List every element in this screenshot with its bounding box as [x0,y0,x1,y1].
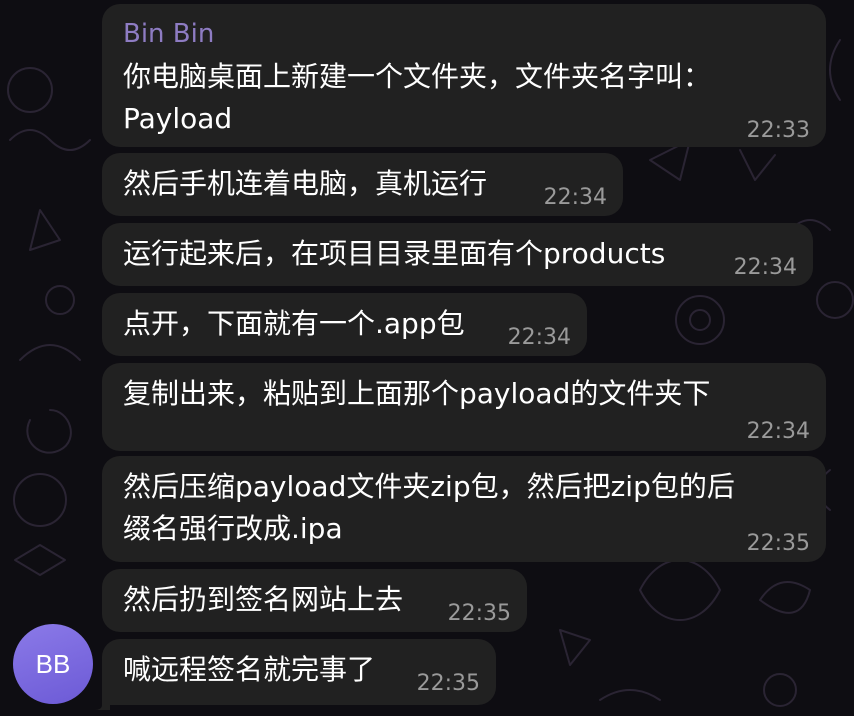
message-time: 22:34 [507,325,571,350]
message-text: 复制出来，粘贴到上面那个payload的文件夹下 [123,377,711,410]
message-bubble[interactable]: 然后手机连着电脑，真机运行 22:34 22:34 [102,153,623,216]
sender-name[interactable]: Bin Bin [123,18,214,50]
message-text: 喊远程签名就完事了 [123,653,376,686]
message-text: 点开，下面就有一个.app包 [123,307,465,340]
message-time: 22:35 [746,531,810,556]
message-time: 22:35 [447,601,511,626]
message-time: 22:33 [746,118,810,143]
message-list: Bin Bin 你电脑桌面上新建一个文件夹，文件夹名字叫： Payload 22… [0,0,854,716]
avatar[interactable]: BB [13,624,93,704]
message-bubble[interactable]: 运行起来后，在项目目录里面有个products 22:34 [102,223,813,286]
message-text: 然后手机连着电脑，真机运行 [123,167,488,200]
message-bubble[interactable]: 点开，下面就有一个.app包 22:34 [102,293,587,356]
message-text: 你电脑桌面上新建一个文件夹，文件夹名字叫： Payload [123,60,712,135]
message-bubble[interactable]: 然后扔到签名网站上去 22:35 [102,569,527,632]
bubble-tail [94,690,110,710]
message-bubble[interactable]: 喊远程签名就完事了 22:35 [102,639,496,705]
message-bubble[interactable]: 然后压缩payload文件夹zip包，然后把zip包的后 缀名强行改成.ipa … [102,456,826,562]
message-text: 然后压缩payload文件夹zip包，然后把zip包的后 缀名强行改成.ipa [123,470,735,545]
message-time: 22:35 [416,671,480,696]
message-time: 22:34 [733,255,797,280]
message-bubble[interactable]: Bin Bin 你电脑桌面上新建一个文件夹，文件夹名字叫： Payload 22… [102,4,826,147]
message-text: 运行起来后，在项目目录里面有个products [123,237,666,270]
message-time: 22:34 [746,419,810,444]
message-time: 22:34 [543,185,607,210]
message-text: 然后扔到签名网站上去 [123,583,404,616]
message-bubble[interactable]: 复制出来，粘贴到上面那个payload的文件夹下 22:34 [102,363,826,451]
